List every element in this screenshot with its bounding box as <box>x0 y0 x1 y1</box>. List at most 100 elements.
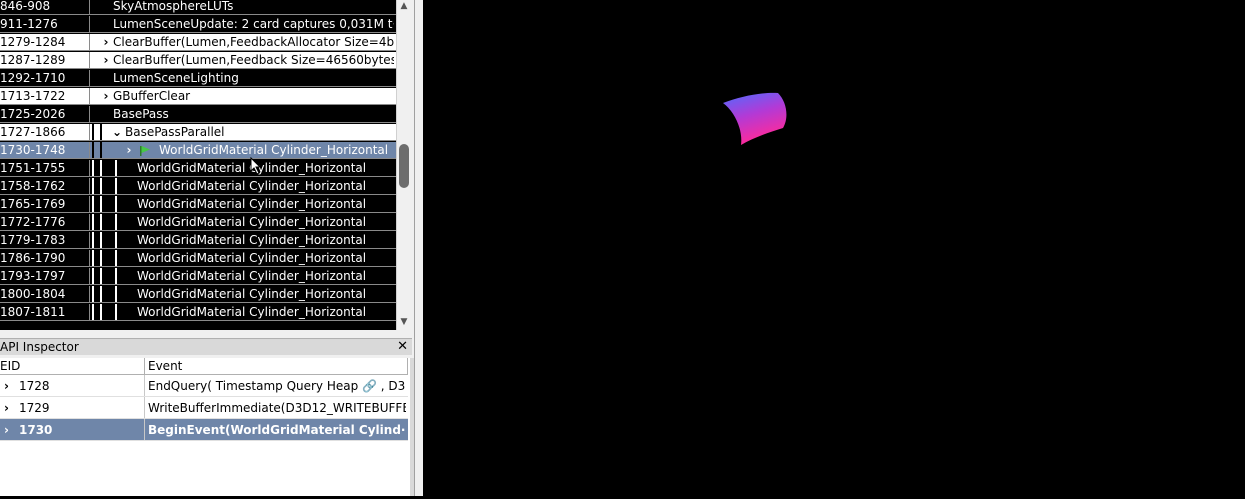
chevron-right-icon[interactable]: › <box>123 142 135 159</box>
event-row[interactable]: 1287-1289 › ClearBuffer(Lumen,Feedback Siz… <box>0 52 396 69</box>
api-call-row[interactable]: › 1729 WriteBufferImmediate(D3D12_WRITEBUF… <box>0 397 408 419</box>
event-row[interactable]: 1727-1866 ⌄ BasePassParallel <box>0 124 396 141</box>
event-row[interactable]: 1292-1710 LumenSceneLighting <box>0 70 396 87</box>
scroll-up-icon[interactable]: ▲ <box>397 0 411 12</box>
event-row-partial[interactable] <box>0 322 396 330</box>
chevron-right-icon[interactable]: › <box>100 52 112 69</box>
event-row[interactable]: 1758-1762 WorldGridMaterial Cylinder_Hori… <box>0 178 396 195</box>
tree-guide-line <box>115 250 117 267</box>
event-row[interactable]: 1779-1783 WorldGridMaterial Cylinder_Hori… <box>0 232 396 249</box>
column-divider <box>89 34 90 51</box>
event-id: 911-1276 <box>0 17 58 31</box>
tree-guide-line <box>100 178 102 195</box>
tree-guide-line <box>92 196 94 213</box>
event-id: 1779-1783 <box>0 233 66 247</box>
column-divider <box>89 304 90 321</box>
api-inspector-titlebar: API Inspector ✕ <box>0 338 412 355</box>
api-inspector-title: API Inspector <box>0 340 79 354</box>
chevron-right-icon[interactable]: › <box>100 34 112 51</box>
tree-guide-line <box>92 268 94 285</box>
event-name: WorldGridMaterial Cylinder_Horizontal <box>137 305 367 319</box>
tree-guide-line <box>92 286 94 303</box>
tree-guide-line <box>115 268 117 285</box>
event-name: WorldGridMaterial Cylinder_Horizontal <box>137 215 367 229</box>
api-call-eid: 1730 <box>19 423 53 437</box>
chevron-right-icon[interactable]: › <box>4 419 9 441</box>
chevron-right-icon[interactable]: › <box>4 375 9 397</box>
event-id: 1765-1769 <box>0 197 66 211</box>
chevron-right-icon[interactable]: › <box>100 88 112 105</box>
event-id: 1287-1289 <box>0 53 66 67</box>
column-divider <box>89 124 90 141</box>
event-name: WorldGridMaterial Cylinder_Horizontal <box>159 143 389 157</box>
tree-guide-line <box>92 160 94 177</box>
event-row[interactable]: 1786-1790 WorldGridMaterial Cylinder_Hori… <box>0 250 396 267</box>
column-header-eid[interactable]: EID <box>0 358 145 375</box>
chevron-down-icon[interactable]: ⌄ <box>111 124 123 141</box>
panel-splitter[interactable] <box>414 0 423 496</box>
mouse-cursor-icon <box>250 157 262 175</box>
column-divider <box>89 0 90 15</box>
event-row[interactable]: 1772-1776 WorldGridMaterial Cylinder_Hori… <box>0 214 396 231</box>
event-id: 1279-1284 <box>0 35 66 49</box>
tree-guide-line <box>100 196 102 213</box>
column-divider <box>89 106 90 123</box>
tree-guide-line <box>115 214 117 231</box>
column-divider <box>144 375 145 397</box>
tree-guide-line <box>100 214 102 231</box>
column-divider <box>144 397 145 419</box>
column-divider <box>89 286 90 303</box>
event-id: 1793-1797 <box>0 269 66 283</box>
api-call-row[interactable]: › 1728 EndQuery( Timestamp Query Heap 🔗 , … <box>0 375 408 397</box>
column-divider <box>89 232 90 249</box>
tree-guide-line <box>92 304 94 321</box>
event-row[interactable]: 1725-2026 BasePass <box>0 106 396 123</box>
event-browser-scrollbar[interactable]: ▲ ▼ <box>396 0 410 330</box>
event-row[interactable]: 1765-1769 WorldGridMaterial Cylinder_Hori… <box>0 196 396 213</box>
texture-viewer-viewport[interactable] <box>423 0 1245 496</box>
scroll-down-icon[interactable]: ▼ <box>397 316 411 328</box>
event-row[interactable]: 1751-1755 WorldGridMaterial Cylinder_Hori… <box>0 160 396 177</box>
column-divider <box>89 142 90 159</box>
event-name: WorldGridMaterial Cylinder_Horizontal <box>137 269 367 283</box>
event-id: 1807-1811 <box>0 305 66 319</box>
event-row[interactable]: 1730-1748 › WorldGridMaterial Cylinder_Hor… <box>0 142 396 159</box>
tree-guide-line <box>92 142 94 159</box>
event-row[interactable]: 1793-1797 WorldGridMaterial Cylinder_Hori… <box>0 268 396 285</box>
event-name: WorldGridMaterial Cylinder_Horizontal <box>137 179 367 193</box>
column-divider <box>89 16 90 33</box>
event-id: 1730-1748 <box>0 143 66 157</box>
tree-guide-line <box>100 304 102 321</box>
event-name: WorldGridMaterial Cylinder_Horizontal <box>137 233 367 247</box>
event-row[interactable]: 1279-1284 › ClearBuffer(Lumen,FeedbackAllo… <box>0 34 396 51</box>
event-id: 1727-1866 <box>0 125 66 139</box>
scrollbar-thumb[interactable] <box>399 144 409 188</box>
column-divider <box>89 214 90 231</box>
event-name: BasePassParallel <box>125 125 225 139</box>
event-name: BasePass <box>113 107 169 121</box>
event-row[interactable]: 911-1276 LumenSceneUpdate: 2 card capture… <box>0 16 396 33</box>
event-row[interactable]: 1807-1811 WorldGridMaterial Cylinder_Hori… <box>0 304 396 321</box>
tree-guide-line <box>92 124 94 141</box>
chevron-right-icon[interactable]: › <box>4 397 9 419</box>
event-name: LumenSceneUpdate: 2 card captures 0,031M… <box>113 17 394 31</box>
column-divider <box>144 419 145 441</box>
column-divider <box>89 250 90 267</box>
event-name: LumenSceneLighting <box>113 71 239 85</box>
event-browser-tree[interactable]: 846-908 SkyAtmosphereLUTs 911-1276 LumenSce… <box>0 0 396 330</box>
tree-guide-line <box>100 250 102 267</box>
api-call-event: EndQuery( Timestamp Query Heap 🔗 , D3 <box>148 379 406 393</box>
tree-guide-line <box>100 124 102 141</box>
cylinder-mesh <box>723 92 787 145</box>
event-row[interactable]: 1800-1804 WorldGridMaterial Cylinder_Hori… <box>0 286 396 303</box>
event-row[interactable]: 1713-1722 › GBufferClear <box>0 88 396 105</box>
left-panel: 846-908 SkyAtmosphereLUTs 911-1276 LumenSce… <box>0 0 414 496</box>
close-icon[interactable]: ✕ <box>397 339 408 355</box>
event-row[interactable]: 846-908 SkyAtmosphereLUTs <box>0 0 396 15</box>
column-divider <box>89 160 90 177</box>
event-id: 1725-2026 <box>0 107 66 121</box>
tree-guide-line <box>92 232 94 249</box>
event-name: ClearBuffer(Lumen,Feedback Size=46560byt… <box>113 53 394 67</box>
column-header-event[interactable]: Event <box>145 358 408 375</box>
api-call-row[interactable]: › 1730 BeginEvent(WorldGridMaterial Cylind… <box>0 419 408 441</box>
